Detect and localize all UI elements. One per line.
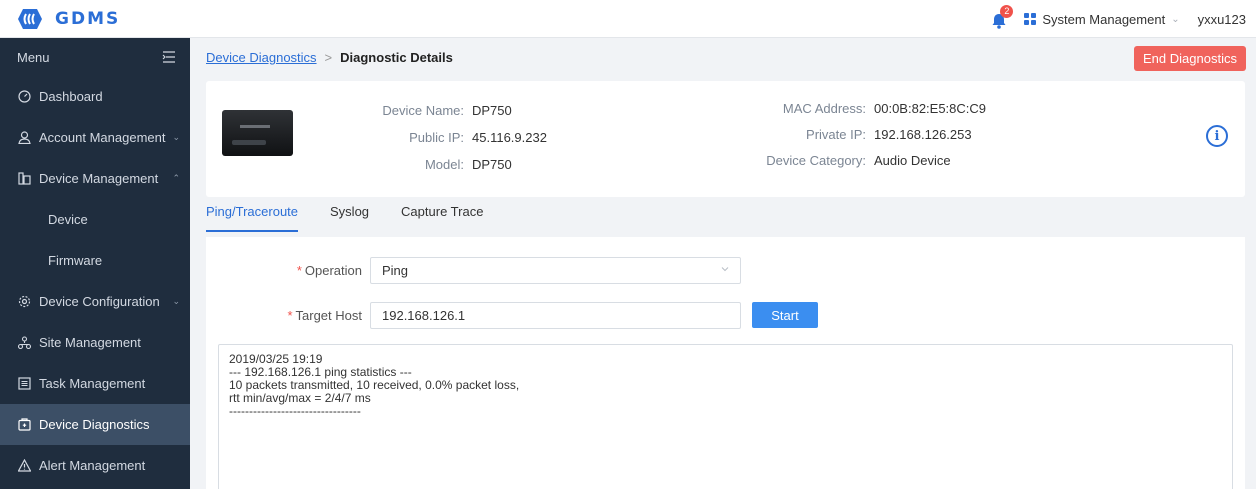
device-category-value: Audio Device — [874, 153, 951, 168]
mac-address-label: MAC Address: — [782, 101, 866, 116]
system-management-label: System Management — [1042, 11, 1166, 27]
top-bar: GDMS 2 System Management ⌄ yxxu123 — [0, 0, 1256, 38]
ping-traceroute-panel: * Operation Ping * Target Host 192.168.126… — [206, 237, 1245, 489]
dashboard-icon — [17, 90, 31, 104]
sidebar-item-alert-management[interactable]: Alert Management — [0, 445, 190, 486]
brand-name: GDMS — [55, 9, 121, 29]
private-ip-value: 192.168.126.253 — [874, 127, 972, 142]
chevron-down-icon: ⌄ — [172, 296, 180, 306]
required-mark: * — [296, 263, 302, 278]
operation-select[interactable]: Ping — [370, 257, 741, 284]
collapse-menu-icon[interactable] — [162, 51, 176, 63]
chevron-up-icon: ⌃ — [172, 173, 180, 183]
required-mark: * — [287, 308, 293, 323]
gear-icon — [17, 295, 31, 309]
target-host-input[interactable]: 192.168.126.1 — [370, 302, 741, 329]
operation-label: * Operation — [296, 263, 362, 278]
site-icon — [17, 336, 31, 350]
diagnostic-tabs: Ping/Traceroute Syslog Capture Trace — [206, 204, 515, 234]
sidebar-item-device-configuration[interactable]: Device Configuration ⌄ — [0, 281, 190, 322]
logo[interactable]: GDMS — [17, 7, 120, 31]
diagnostics-icon — [17, 418, 31, 432]
device-category-label: Device Category: — [766, 153, 866, 168]
sidebar-item-site-management[interactable]: Site Management — [0, 322, 190, 363]
sidebar-item-firmware[interactable]: Firmware — [0, 240, 190, 281]
chevron-down-icon: ⌄ — [172, 132, 180, 142]
sidebar-item-label: Device Management — [39, 171, 159, 186]
sidebar-item-label: Device — [48, 212, 88, 227]
device-icon — [17, 172, 31, 186]
gdms-logo-icon — [18, 9, 42, 29]
sidebar-item-device-diagnostics[interactable]: Device Diagnostics — [0, 404, 190, 445]
mac-address-row: MAC Address: 00:0B:82:E5:8C:C9 — [746, 101, 986, 116]
sidebar-item-label: Firmware — [48, 253, 103, 268]
end-diagnostics-button[interactable]: End Diagnostics — [1134, 46, 1246, 71]
system-management-menu[interactable]: System Management ⌄ — [1024, 11, 1180, 27]
breadcrumb: Device Diagnostics > Diagnostic Details — [206, 50, 453, 65]
sidebar-item-device[interactable]: Device — [0, 199, 190, 240]
device-name-row: Device Name: DP750 — [356, 103, 512, 118]
device-category-row: Device Category: Audio Device — [746, 153, 951, 168]
sidebar-item-account-management[interactable]: Account Management ⌄ — [0, 117, 190, 158]
task-icon — [17, 377, 31, 391]
info-icon[interactable]: i — [1206, 125, 1228, 147]
tab-ping-traceroute[interactable]: Ping/Traceroute — [206, 204, 299, 232]
user-icon — [17, 131, 31, 145]
model-row: Model: DP750 — [356, 157, 512, 172]
model-label: Model: — [424, 157, 464, 172]
sidebar: Menu Dashboard Account Management ⌄ Devi… — [0, 38, 190, 489]
menu-label: Menu — [17, 49, 50, 65]
device-name-label: Device Name: — [382, 103, 464, 118]
public-ip-row: Public IP: 45.116.9.232 — [356, 130, 547, 145]
chevron-down-icon — [721, 267, 729, 272]
notification-badge: 2 — [1000, 5, 1014, 18]
diagnostic-output-area[interactable]: 2019/03/25 19:19 --- 192.168.126.1 ping … — [218, 344, 1233, 489]
breadcrumb-separator: > — [324, 50, 333, 65]
sidebar-item-label: Device Diagnostics — [39, 417, 150, 432]
sidebar-item-dashboard[interactable]: Dashboard — [0, 76, 190, 117]
sidebar-item-label: Account Management — [39, 130, 166, 145]
private-ip-label: Private IP: — [806, 127, 866, 142]
grid-icon — [1024, 13, 1037, 25]
sidebar-item-label: Device Configuration — [39, 294, 160, 309]
device-info-card: Device Name: DP750 Public IP: 45.116.9.2… — [206, 81, 1245, 197]
sidebar-item-label: Site Management — [39, 335, 141, 350]
sidebar-item-label: Alert Management — [39, 458, 146, 473]
tab-syslog[interactable]: Syslog — [330, 204, 369, 230]
start-button[interactable]: Start — [752, 302, 818, 328]
alert-icon — [17, 459, 31, 473]
device-name-value: DP750 — [472, 103, 512, 118]
target-host-label: * Target Host — [287, 308, 362, 323]
chevron-down-icon: ⌄ — [1171, 13, 1180, 25]
public-ip-label: Public IP: — [409, 130, 464, 145]
sidebar-item-label: Task Management — [39, 376, 146, 391]
output-line: rtt min/avg/max = 2/4/7 ms — [229, 391, 371, 405]
device-image — [222, 110, 293, 156]
main-content: Device Diagnostics > Diagnostic Details … — [190, 38, 1256, 489]
page-title: Diagnostic Details — [340, 50, 453, 65]
operation-select-value: Ping — [382, 263, 409, 278]
sidebar-item-task-management[interactable]: Task Management — [0, 363, 190, 404]
notification-bell-icon[interactable]: 2 — [990, 5, 1014, 29]
public-ip-value: 45.116.9.232 — [472, 130, 547, 145]
output-line: 10 packets transmitted, 10 received, 0.0… — [229, 378, 520, 392]
mac-address-value: 00:0B:82:E5:8C:C9 — [874, 101, 987, 116]
sidebar-item-device-management[interactable]: Device Management ⌃ — [0, 158, 190, 199]
sidebar-item-label: Dashboard — [39, 89, 103, 104]
tab-capture-trace[interactable]: Capture Trace — [401, 204, 483, 230]
output-line: --------------------------------- — [229, 404, 361, 418]
model-value: DP750 — [472, 157, 512, 172]
menu-header: Menu — [0, 38, 190, 76]
private-ip-row: Private IP: 192.168.126.253 — [746, 127, 972, 142]
breadcrumb-link-device-diagnostics[interactable]: Device Diagnostics — [206, 50, 317, 65]
username[interactable]: yxxu123 — [1198, 12, 1246, 27]
